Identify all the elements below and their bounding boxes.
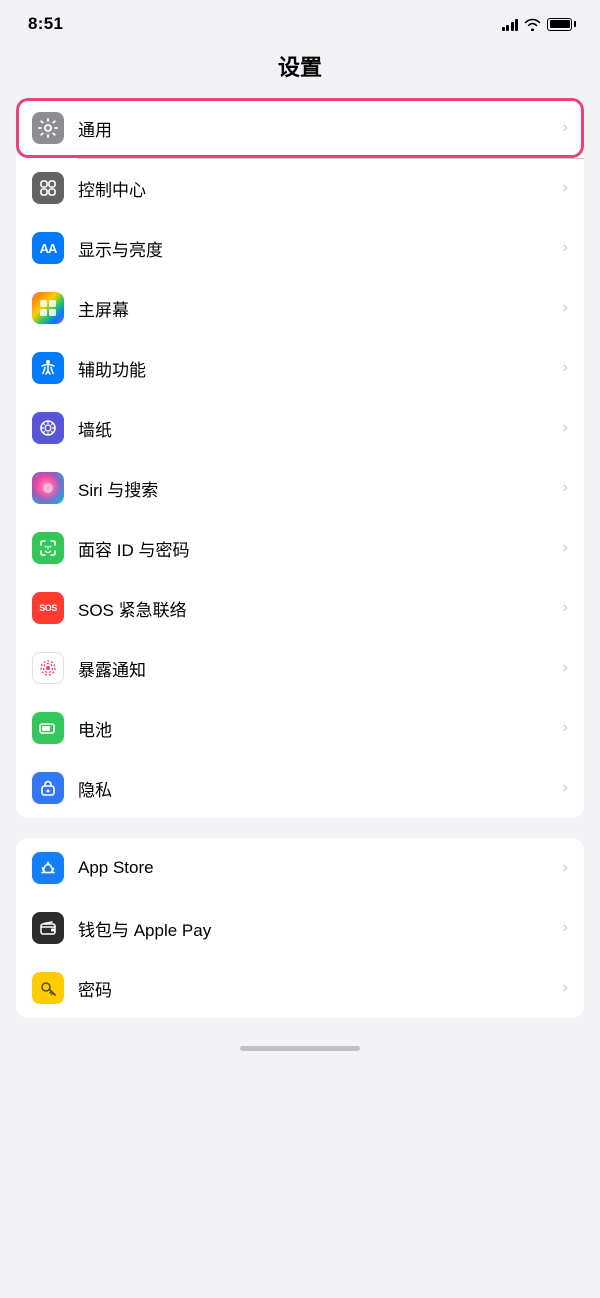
settings-section-store: App Store › 钱包与 Apple Pay › 密码 › bbox=[16, 838, 584, 1018]
page-title: 设置 bbox=[0, 42, 600, 98]
chevron-icon: › bbox=[563, 179, 568, 197]
wallet-label: 钱包与 Apple Pay bbox=[78, 916, 557, 941]
wallet-icon bbox=[32, 912, 64, 944]
settings-row-control-center[interactable]: 控制中心 › bbox=[16, 158, 584, 218]
settings-row-battery[interactable]: 电池 › bbox=[16, 698, 584, 758]
settings-row-wallpaper[interactable]: 墙纸 › bbox=[16, 398, 584, 458]
home-indicator bbox=[0, 1038, 600, 1063]
settings-row-sos[interactable]: SOS SOS 紧急联络 › bbox=[16, 578, 584, 638]
appstore-icon bbox=[32, 852, 64, 884]
chevron-icon: › bbox=[563, 539, 568, 557]
wifi-icon bbox=[524, 18, 541, 31]
accessibility-label: 辅助功能 bbox=[78, 356, 557, 381]
wallpaper-label: 墙纸 bbox=[78, 416, 557, 441]
siri-label: Siri 与搜索 bbox=[78, 476, 557, 501]
settings-row-accessibility[interactable]: 辅助功能 › bbox=[16, 338, 584, 398]
faceid-icon bbox=[32, 532, 64, 564]
settings-row-display[interactable]: AA 显示与亮度 › bbox=[16, 218, 584, 278]
settings-row-wallet[interactable]: 钱包与 Apple Pay › bbox=[16, 898, 584, 958]
display-icon: AA bbox=[32, 232, 64, 264]
settings-row-appstore[interactable]: App Store › bbox=[16, 838, 584, 898]
home-screen-icon bbox=[32, 292, 64, 324]
chevron-icon: › bbox=[563, 419, 568, 437]
status-bar: 8:51 bbox=[0, 0, 600, 42]
chevron-icon: › bbox=[563, 479, 568, 497]
appstore-label: App Store bbox=[78, 858, 557, 878]
signal-icon bbox=[502, 18, 519, 31]
chevron-icon: › bbox=[563, 119, 568, 137]
faceid-label: 面容 ID 与密码 bbox=[78, 536, 557, 561]
settings-row-exposure[interactable]: 暴露通知 › bbox=[16, 638, 584, 698]
chevron-icon: › bbox=[563, 359, 568, 377]
control-center-icon bbox=[32, 172, 64, 204]
status-icons bbox=[502, 18, 573, 31]
home-bar bbox=[240, 1046, 360, 1051]
chevron-icon: › bbox=[563, 299, 568, 317]
exposure-label: 暴露通知 bbox=[78, 656, 557, 681]
chevron-icon: › bbox=[563, 239, 568, 257]
passwords-label: 密码 bbox=[78, 976, 557, 1001]
home-screen-label: 主屏幕 bbox=[78, 296, 557, 321]
chevron-icon: › bbox=[563, 919, 568, 937]
settings-row-home-screen[interactable]: 主屏幕 › bbox=[16, 278, 584, 338]
settings-row-faceid[interactable]: 面容 ID 与密码 › bbox=[16, 518, 584, 578]
control-center-label: 控制中心 bbox=[78, 176, 557, 201]
privacy-icon bbox=[32, 772, 64, 804]
status-time: 8:51 bbox=[28, 14, 63, 34]
battery-status-icon bbox=[547, 18, 572, 31]
sos-label: SOS 紧急联络 bbox=[78, 596, 557, 621]
battery-icon bbox=[32, 712, 64, 744]
sos-icon: SOS bbox=[32, 592, 64, 624]
siri-icon bbox=[32, 472, 64, 504]
settings-row-siri[interactable]: Siri 与搜索 › bbox=[16, 458, 584, 518]
settings-row-general[interactable]: 通用 › bbox=[16, 98, 584, 158]
chevron-icon: › bbox=[563, 599, 568, 617]
wallpaper-icon bbox=[32, 412, 64, 444]
general-label: 通用 bbox=[78, 116, 557, 141]
privacy-label: 隐私 bbox=[78, 776, 557, 801]
settings-row-privacy[interactable]: 隐私 › bbox=[16, 758, 584, 818]
chevron-icon: › bbox=[563, 719, 568, 737]
chevron-icon: › bbox=[563, 859, 568, 877]
key-icon bbox=[32, 972, 64, 1004]
accessibility-icon bbox=[32, 352, 64, 384]
chevron-icon: › bbox=[563, 979, 568, 997]
chevron-icon: › bbox=[563, 659, 568, 677]
chevron-icon: › bbox=[563, 779, 568, 797]
exposure-icon bbox=[32, 652, 64, 684]
gear-icon bbox=[32, 112, 64, 144]
display-label: 显示与亮度 bbox=[78, 236, 557, 261]
settings-row-passwords[interactable]: 密码 › bbox=[16, 958, 584, 1018]
settings-section-general: 通用 › 控制中心 › AA 显示与亮度 › bbox=[16, 98, 584, 818]
battery-label: 电池 bbox=[78, 716, 557, 741]
